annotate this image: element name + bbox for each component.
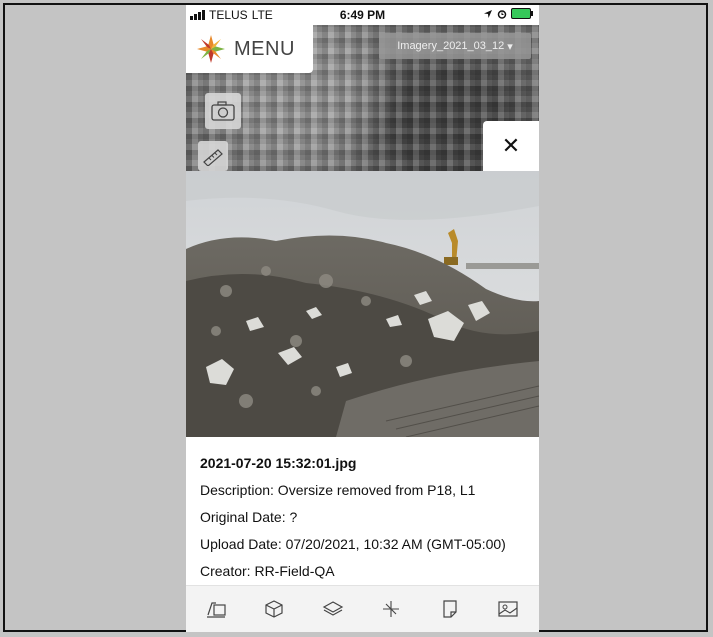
measure-button[interactable]: [198, 141, 228, 171]
gallery-button[interactable]: [496, 598, 520, 620]
status-bar: TELUS LTE 6:49 PM: [186, 5, 539, 25]
alarm-icon: [497, 9, 507, 19]
status-indicators: [483, 8, 533, 19]
annotate-button[interactable]: [379, 598, 403, 620]
menu-label: MENU: [234, 37, 295, 60]
survey-button[interactable]: [204, 598, 228, 620]
app-logo-icon: [197, 35, 225, 63]
imagery-selected-value: Imagery_2021_03_12: [397, 40, 505, 52]
page-icon: [443, 600, 457, 618]
ruler-icon: [203, 149, 223, 166]
photo-creator: Creator: RR-Field-QA: [200, 563, 335, 579]
photo-original-date: Original Date: ?: [200, 509, 298, 525]
photo-description: Description: Oversize removed from P18, …: [200, 482, 476, 498]
phone-screen: TELUS LTE 6:49 PM MENU Imagery_2021_03_1…: [186, 5, 539, 632]
location-arrow-icon: [484, 9, 492, 18]
chevron-down-icon: ▾: [507, 40, 513, 53]
3d-model-button[interactable]: [262, 598, 286, 620]
camera-icon: [211, 101, 235, 121]
image-icon: [498, 601, 518, 617]
survey-icon: [207, 602, 226, 618]
document-button[interactable]: [438, 598, 462, 620]
sparkle-icon: [383, 601, 399, 617]
cube-icon: [265, 600, 283, 618]
camera-button[interactable]: [205, 93, 241, 129]
photo-upload-date: Upload Date: 07/20/2021, 10:32 AM (GMT-0…: [200, 536, 506, 552]
battery-icon: [511, 8, 533, 19]
imagery-dropdown[interactable]: Imagery_2021_03_12 ▾: [379, 33, 531, 59]
photo-filename: 2021-07-20 15:32:01.jpg: [200, 455, 357, 471]
photo-image[interactable]: [186, 171, 539, 437]
layers-button[interactable]: [321, 598, 345, 620]
close-icon: ✕: [501, 133, 521, 158]
menu-button[interactable]: MENU: [186, 25, 313, 73]
photo-rubble-image: [186, 171, 539, 437]
close-button[interactable]: ✕: [483, 121, 539, 171]
photo-info-panel: 2021-07-20 15:32:01.jpg Description: Ove…: [186, 437, 539, 585]
bottom-toolbar: [186, 585, 539, 632]
layers-icon: [322, 601, 344, 616]
